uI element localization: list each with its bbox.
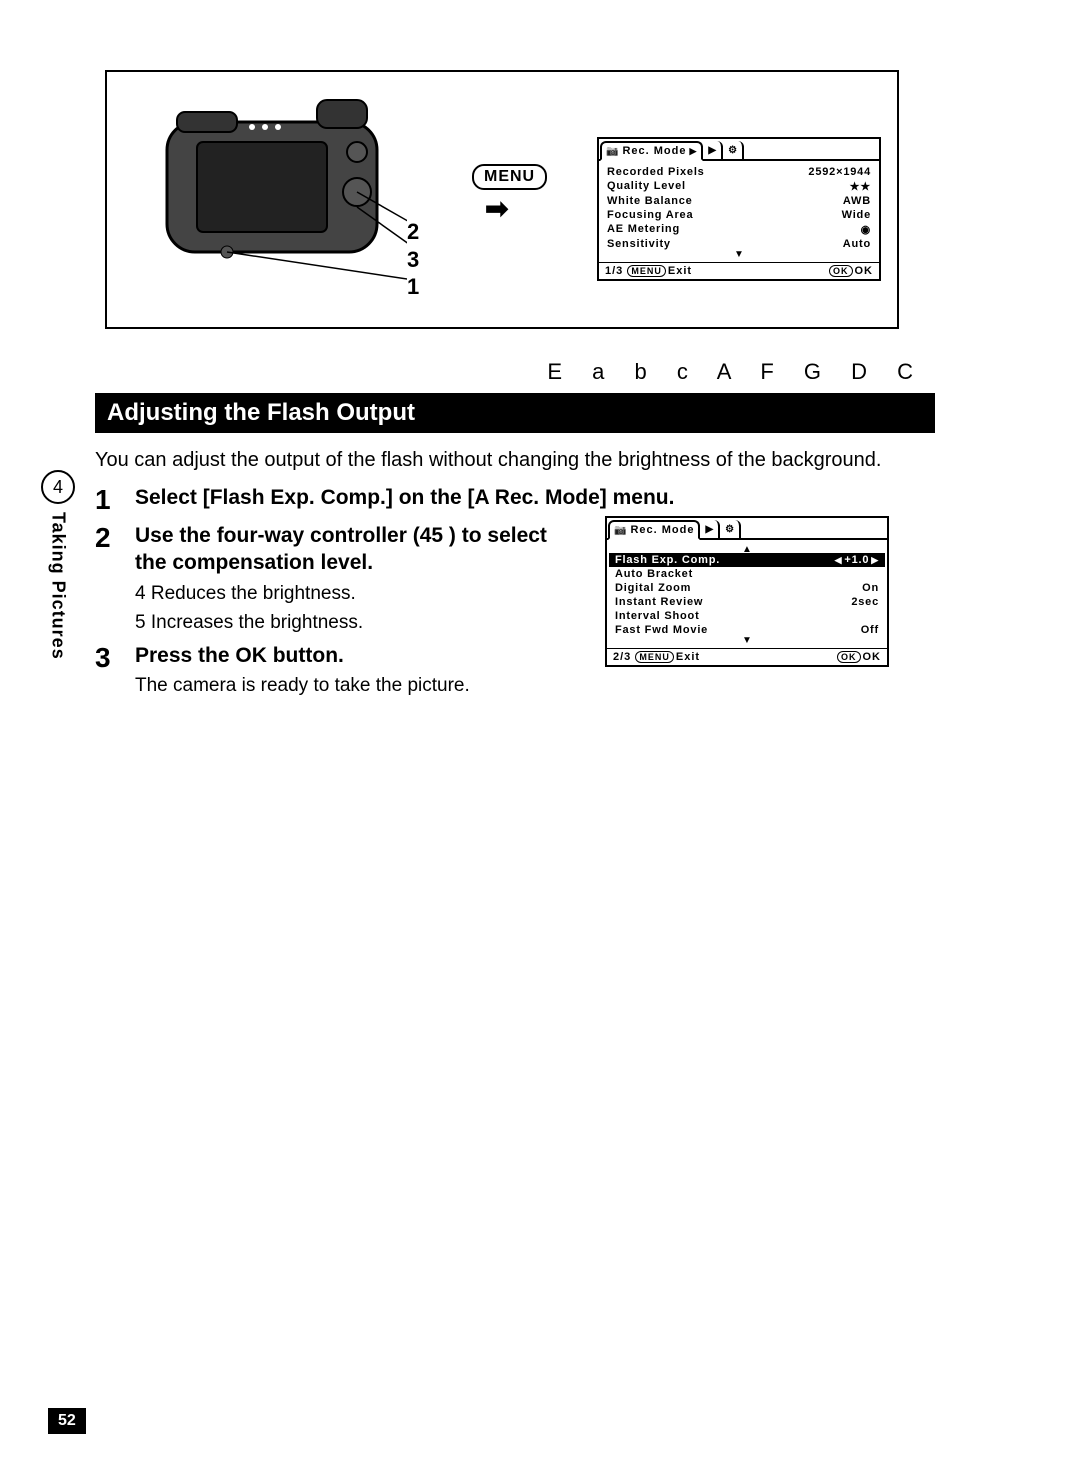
diagram-numbers: 2 3 1 (407, 218, 419, 301)
chapter-label: Taking Pictures (48, 512, 69, 660)
page-content: MENU ➡ 2 3 1 Rec. Mode Recorded Pixels25… (95, 70, 935, 705)
tab-playback (701, 520, 720, 538)
tab-label: Rec. Mode (630, 524, 694, 536)
intro-paragraph: You can adjust the output of the flash w… (95, 447, 935, 474)
camera-icon (614, 524, 627, 536)
tab-label: Rec. Mode (622, 145, 686, 157)
menu-pill: MENU (635, 651, 674, 663)
menu-pill: MENU (627, 265, 666, 277)
diagram-number: 1 (407, 273, 419, 301)
step-title-text: Use the four-way controller (45 ) to sel… (135, 524, 547, 574)
menu-label: Quality Level (607, 180, 686, 193)
page-number: 52 (48, 1408, 86, 1434)
triangle-left-icon (835, 554, 843, 566)
step-title: Select [Flash Exp. Comp.] on the [A Rec.… (135, 484, 674, 511)
diagram-number: 3 (407, 246, 419, 274)
ok-label: OK (863, 651, 882, 663)
chevron-right-icon (689, 145, 697, 157)
menu-value: ★★ (850, 180, 871, 193)
scroll-down-icon: ▼ (607, 249, 871, 260)
step-sub: 5 Increases the brightness. (135, 610, 565, 636)
menu-label: Fast Fwd Movie (615, 624, 708, 636)
setup-icon (725, 523, 735, 535)
menu-label: Focusing Area (607, 209, 693, 221)
tab-rec-mode: Rec. Mode (600, 141, 703, 161)
scroll-down-icon: ▼ (615, 635, 879, 646)
menu-label: Flash Exp. Comp. (615, 554, 720, 566)
menu-tabs: Rec. Mode (599, 139, 879, 161)
step-sub: 4 Reduces the brightness. (135, 581, 565, 607)
chapter-number-badge: 4 (41, 470, 75, 504)
menu-label: AE Metering (607, 223, 680, 236)
camera-illustration (147, 82, 407, 282)
step-title: Use the four-way controller (45 ) to sel… (135, 522, 565, 636)
step-number: 3 (95, 642, 135, 674)
diagram-box: MENU ➡ 2 3 1 Rec. Mode Recorded Pixels 25… (105, 70, 899, 329)
step-title: Press the OK button. The camera is ready… (135, 642, 470, 699)
page-indicator: 2/3 (613, 651, 631, 663)
play-icon (705, 523, 714, 535)
menu-value: On (862, 582, 879, 594)
tab-setup (721, 520, 741, 538)
menu-footer: 1/3 MENUExit OKOK (599, 262, 879, 279)
menu-value: Wide (842, 209, 871, 221)
camera-icon (606, 145, 619, 157)
menu-tabs: Rec. Mode (607, 518, 887, 540)
side-tab: 4 Taking Pictures (38, 470, 78, 660)
step-number: 1 (95, 484, 135, 516)
setup-icon (728, 144, 738, 156)
ok-pill: OK (829, 265, 853, 277)
step-title-part: Select [Flash Exp. Comp.] on the [A (135, 486, 489, 509)
section-title: Adjusting the Flash Output (95, 393, 935, 433)
menu-label: Sensitivity (607, 238, 671, 250)
menu-label: Recorded Pixels (607, 166, 705, 178)
menu-value: Auto (843, 238, 871, 250)
menu-label: Interval Shoot (615, 610, 700, 622)
menu-value: 2592×1944 (808, 166, 871, 178)
step-title-text: Press the OK button. (135, 644, 344, 667)
play-icon (708, 144, 717, 156)
ok-pill: OK (837, 651, 861, 663)
step-number: 2 (95, 522, 135, 554)
menu-label: White Balance (607, 195, 693, 207)
tab-rec-mode: Rec. Mode (608, 520, 700, 540)
mode-dial-row: E a b c A F G D C (95, 359, 935, 385)
step-title-part: Rec. Mode] menu. (489, 486, 675, 509)
menu-row-highlight: Flash Exp. Comp. +1.0 (609, 553, 885, 567)
tab-playback (704, 141, 723, 159)
arrow-right-icon: ➡ (485, 192, 508, 225)
ok-label: OK (855, 265, 874, 277)
exit-label: Exit (668, 265, 692, 277)
menu-value: +1.0 (844, 554, 869, 566)
tab-setup (724, 141, 744, 159)
page-indicator: 1/3 (605, 265, 623, 277)
menu-value: AWB (843, 195, 871, 207)
exit-label: Exit (676, 651, 700, 663)
menu-value: ◉ (861, 223, 871, 236)
menu-label: Digital Zoom (615, 582, 691, 594)
menu-value: 2sec (851, 596, 879, 608)
step-sub: The camera is ready to take the picture. (135, 673, 470, 699)
triangle-right-icon (871, 554, 879, 566)
menu-label: Auto Bracket (615, 568, 693, 580)
menu-value: Off (861, 624, 879, 636)
menu-footer: 2/3 MENUExit OKOK (607, 648, 887, 665)
menu-body: Recorded Pixels 2592×1944 Quality Level ★★… (599, 161, 879, 262)
step-1: 1 Select [Flash Exp. Comp.] on the [A Re… (95, 484, 935, 516)
menu-screen-1: Rec. Mode Recorded Pixels 2592×1944 Quali… (597, 137, 881, 281)
diagram-number: 2 (407, 218, 419, 246)
menu-screen-2: Rec. Mode ▲ Flash Exp. Comp.+1.0 Auto Br… (605, 516, 889, 667)
menu-button-label: MENU (472, 164, 547, 190)
menu-body: ▲ Flash Exp. Comp.+1.0 Auto Bracket Digi… (607, 540, 887, 648)
menu-label: Instant Review (615, 596, 703, 608)
